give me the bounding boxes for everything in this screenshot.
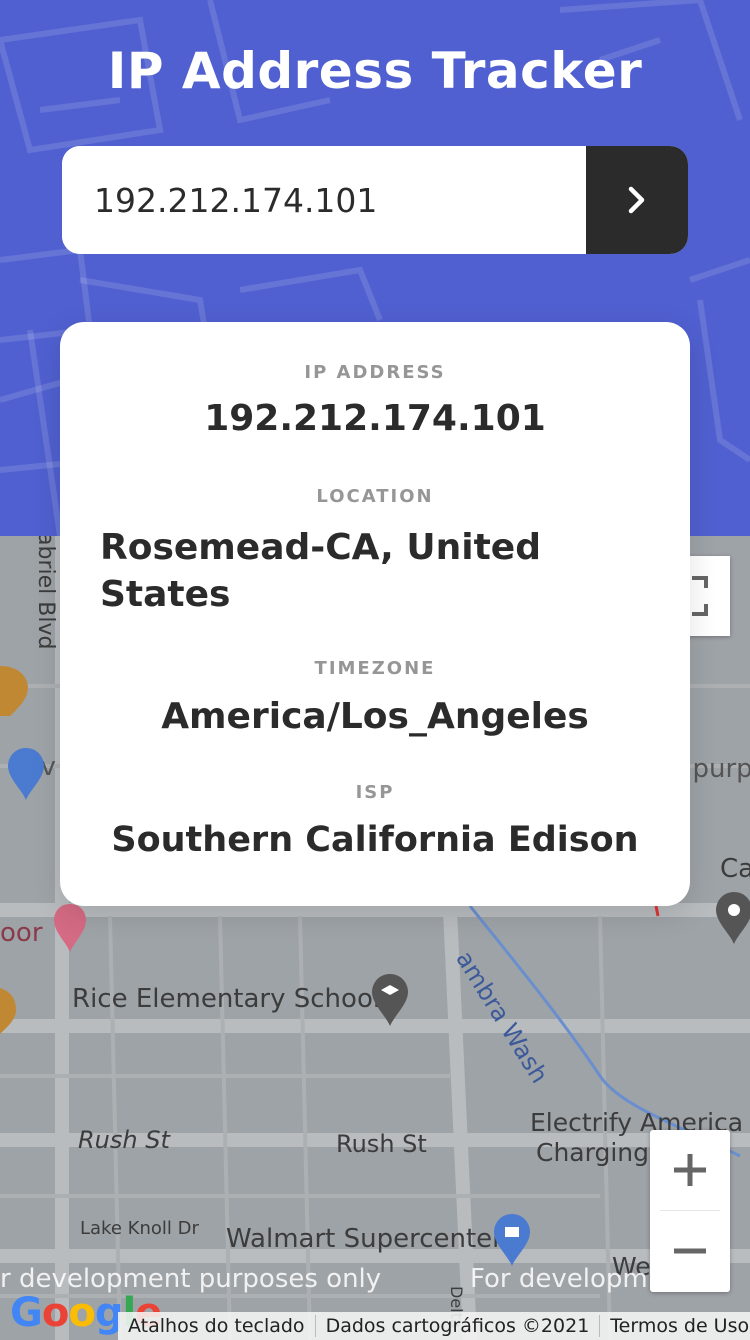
map-label-rush-st-2: Rush St <box>336 1130 427 1158</box>
search-submit-button[interactable] <box>586 146 688 254</box>
zoom-in-button[interactable] <box>650 1130 730 1210</box>
ip-search-input[interactable] <box>62 146 586 254</box>
map-label-rush-st-1: Rush St <box>78 1126 170 1154</box>
minus-icon <box>674 1248 706 1254</box>
map-label-school: Rice Elementary School <box>72 984 381 1014</box>
location-label: LOCATION <box>316 486 434 507</box>
zoom-out-button[interactable] <box>650 1211 730 1291</box>
search-bar <box>62 146 688 254</box>
chevron-right-icon <box>628 186 645 214</box>
keyboard-shortcuts-link[interactable]: Atalhos do teclado <box>118 1315 316 1337</box>
map-label-ca: Ca <box>720 854 750 884</box>
map-data-text: Dados cartográficos ©2021 <box>316 1315 601 1337</box>
map-label-lake-knoll: Lake Knoll Dr <box>80 1218 199 1239</box>
store-pin-icon <box>494 1214 530 1266</box>
ip-address-label: IP ADDRESS <box>304 362 446 383</box>
hotel-pin-icon <box>54 904 86 952</box>
map-label-gabriel-blvd: abriel Blvd <box>33 536 58 650</box>
restaurant-pin-icon <box>0 666 28 716</box>
timezone-value: America/Los_Angeles <box>161 696 589 737</box>
place-pin-icon <box>716 892 750 944</box>
page-title: IP Address Tracker <box>107 42 643 100</box>
isp-value: Southern California Edison <box>111 820 639 860</box>
zoom-control <box>650 1130 730 1292</box>
ip-address-value: 192.212.174.101 <box>204 398 546 439</box>
location-value: Rosemead-CA, United States <box>100 527 541 615</box>
map-label-walmart: Walmart Supercenter <box>226 1224 503 1254</box>
map-label-charging: Charging <box>536 1138 649 1167</box>
shopping-pin-icon <box>8 748 44 800</box>
ip-info-card: IP ADDRESS 192.212.174.101 LOCATION Rose… <box>60 322 690 906</box>
terms-link[interactable]: Termos de Uso <box>600 1315 750 1337</box>
map-label-door: oor <box>0 918 43 948</box>
timezone-label: TIMEZONE <box>314 658 436 679</box>
map-attribution: Atalhos do teclado Dados cartográficos ©… <box>118 1312 750 1340</box>
isp-label: ISP <box>355 782 395 803</box>
plus-icon <box>674 1154 706 1186</box>
map-watermark-right: For developm <box>470 1264 648 1294</box>
food-pin-icon <box>0 988 16 1034</box>
school-pin-icon <box>372 974 408 1026</box>
